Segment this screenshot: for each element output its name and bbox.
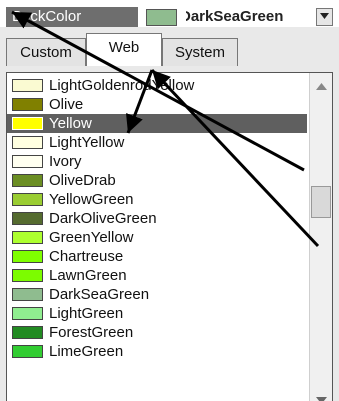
color-swatch xyxy=(12,250,43,263)
property-color-swatch xyxy=(146,9,177,26)
color-swatch xyxy=(12,307,43,320)
backcolor-property-row: BackColor DarkSeaGreen xyxy=(0,0,339,27)
color-item[interactable]: ForestGreen xyxy=(7,323,307,342)
color-item[interactable]: GreenYellow xyxy=(7,228,307,247)
color-swatch xyxy=(12,269,43,282)
color-item[interactable]: LimeGreen xyxy=(7,342,307,361)
web-color-list[interactable]: LightGoldenrodYellow Olive Yellow LightYell… xyxy=(6,72,333,401)
color-item[interactable]: Olive xyxy=(7,95,307,114)
color-item-label: Ivory xyxy=(49,153,82,170)
color-item-label: GreenYellow xyxy=(49,229,134,246)
color-item[interactable]: DarkOliveGreen xyxy=(7,209,307,228)
property-name-label: BackColor xyxy=(6,7,138,27)
color-item-label: DarkOliveGreen xyxy=(49,210,157,227)
color-item-label: Olive xyxy=(49,96,84,113)
color-swatch xyxy=(12,212,43,225)
color-swatch xyxy=(12,193,43,206)
color-item[interactable]: LawnGreen xyxy=(7,266,307,285)
tab-custom[interactable]: Custom xyxy=(6,38,86,66)
color-picker-screen: BackColor DarkSeaGreen Custom Web System… xyxy=(0,0,339,401)
color-item[interactable]: Chartreuse xyxy=(7,247,307,266)
tab-web[interactable]: Web xyxy=(86,33,162,66)
vertical-scrollbar[interactable] xyxy=(309,73,332,401)
scroll-thumb[interactable] xyxy=(311,186,331,218)
color-swatch xyxy=(12,174,43,187)
property-value-text: DarkSeaGreen xyxy=(186,8,284,25)
color-swatch xyxy=(12,155,43,168)
chevron-down-icon xyxy=(320,13,329,19)
color-item-label: YellowGreen xyxy=(49,191,134,208)
color-swatch xyxy=(12,98,43,111)
color-item-label: LightGreen xyxy=(49,305,124,322)
color-item[interactable]: LightGoldenrodYellow xyxy=(7,76,307,95)
color-swatch xyxy=(12,326,43,339)
color-swatch xyxy=(12,136,43,149)
color-item-label: LawnGreen xyxy=(49,267,127,284)
color-item-label: Yellow xyxy=(49,115,92,132)
color-item[interactable]: DarkSeaGreen xyxy=(7,285,307,304)
color-item[interactable]: LightGreen xyxy=(7,304,307,323)
color-item[interactable]: YellowGreen xyxy=(7,190,307,209)
color-item-label: LimeGreen xyxy=(49,343,124,360)
color-item[interactable]: Ivory xyxy=(7,152,307,171)
color-item[interactable]: OliveDrab xyxy=(7,171,307,190)
color-item[interactable]: LightYellow xyxy=(7,133,307,152)
color-dropdown-button[interactable] xyxy=(316,8,333,26)
color-swatch xyxy=(12,231,43,244)
color-item-label: LightYellow xyxy=(49,134,125,151)
color-item[interactable]: Yellow xyxy=(7,114,307,133)
color-swatch xyxy=(12,79,43,92)
color-swatch xyxy=(12,288,43,301)
color-item-label: Chartreuse xyxy=(49,248,124,265)
color-item-label: OliveDrab xyxy=(49,172,116,189)
color-swatch xyxy=(12,117,43,130)
color-item-label: DarkSeaGreen xyxy=(49,286,150,303)
color-swatch xyxy=(12,345,43,358)
arrow-down-icon[interactable] xyxy=(316,397,327,401)
color-picker-panel: Custom Web System LightGoldenrodYellow Ol… xyxy=(0,27,339,401)
color-item-label: ForestGreen xyxy=(49,324,134,341)
arrow-up-icon[interactable] xyxy=(316,83,327,90)
color-item-label: LightGoldenrodYellow xyxy=(49,77,195,94)
tab-system[interactable]: System xyxy=(162,38,238,66)
